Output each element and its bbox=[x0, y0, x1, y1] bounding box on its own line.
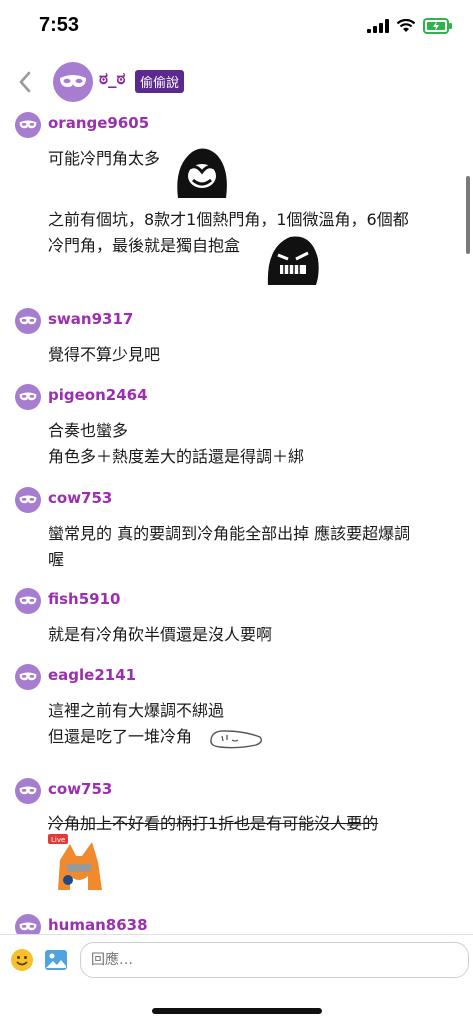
status-icons bbox=[367, 18, 453, 34]
anonymous-mask-avatar[interactable] bbox=[15, 384, 41, 410]
comment-username[interactable]: cow753 bbox=[48, 489, 112, 507]
anonymous-mask-avatar[interactable] bbox=[15, 112, 41, 138]
comment-text: 可能冷門角太多 bbox=[48, 149, 161, 168]
battery-icon bbox=[423, 18, 452, 34]
anonymous-mask-avatar[interactable] bbox=[15, 664, 41, 690]
back-button[interactable] bbox=[12, 68, 38, 96]
signal-icon bbox=[367, 19, 389, 33]
comment-username[interactable]: eagle2141 bbox=[48, 666, 136, 684]
wifi-icon bbox=[396, 19, 416, 32]
crying-face-sticker bbox=[177, 148, 227, 198]
comment-text: 覺得不算少見吧 bbox=[48, 345, 161, 364]
board-title: ಠ_ಠ bbox=[99, 69, 126, 89]
comment-username[interactable]: cow753 bbox=[48, 780, 112, 798]
image-icon[interactable] bbox=[44, 948, 68, 972]
live-label: Live bbox=[51, 836, 65, 844]
comment-list: orange9605 可能冷門角太多 之前有個坑，8款才1個熱門角，1個微溫角，… bbox=[0, 108, 473, 934]
comment-text: 蠻常見的 真的要調到冷角能全部出掉 應該要超爆調 bbox=[48, 524, 411, 543]
comment-text: 合奏也蠻多 bbox=[48, 421, 129, 440]
anonymous-mask-avatar[interactable] bbox=[15, 778, 41, 804]
grimace-face-sticker bbox=[267, 236, 319, 285]
anonymous-mask-avatar[interactable] bbox=[15, 588, 41, 614]
comment-text-strikethrough: 冷角加上不好看的柄打1折也是有可能沒人要的 bbox=[48, 814, 379, 833]
reply-bar bbox=[0, 935, 473, 1024]
anonymous-mask-avatar[interactable] bbox=[15, 487, 41, 513]
emoji-icon[interactable] bbox=[10, 948, 34, 972]
comment-text: 就是有冷角砍半價還是沒人要啊 bbox=[48, 625, 273, 644]
header: ಠ_ಠ 偷偷說 bbox=[0, 58, 473, 106]
comment-text: 冷門角，最後就是獨自抱盒 bbox=[48, 236, 241, 255]
comment-text: 角色多＋熱度差大的話還是得調＋綁 bbox=[48, 447, 305, 466]
anonymous-mask-avatar[interactable] bbox=[15, 308, 41, 334]
chevron-left-icon bbox=[19, 71, 31, 93]
cloud-ghost-sticker bbox=[210, 730, 263, 749]
anonymous-mask-avatar[interactable] bbox=[53, 62, 93, 102]
comment-text: 這裡之前有大爆調不綁過 bbox=[48, 701, 225, 720]
comment-username[interactable]: pigeon2464 bbox=[48, 386, 148, 404]
fox-live-sticker: Live bbox=[48, 834, 106, 890]
comment-username[interactable]: fish5910 bbox=[48, 590, 120, 608]
comment-text: 之前有個坑，8款才1個熱門角，1個微溫角，6個都 bbox=[48, 210, 409, 229]
anonymous-mask-avatar[interactable] bbox=[15, 914, 41, 934]
comment-username[interactable]: human8638 bbox=[48, 916, 148, 934]
board-badge: 偷偷說 bbox=[135, 70, 185, 93]
comment-username[interactable]: swan9317 bbox=[48, 310, 133, 328]
status-time: 7:53 bbox=[39, 14, 80, 36]
status-bar: 7:53 bbox=[0, 0, 473, 58]
comment-text: 喔 bbox=[48, 550, 65, 569]
comment-username[interactable]: orange9605 bbox=[48, 114, 149, 132]
home-indicator bbox=[152, 1008, 322, 1014]
reply-input[interactable] bbox=[80, 942, 469, 978]
comment-text: 但還是吃了一堆冷角 bbox=[48, 727, 193, 746]
